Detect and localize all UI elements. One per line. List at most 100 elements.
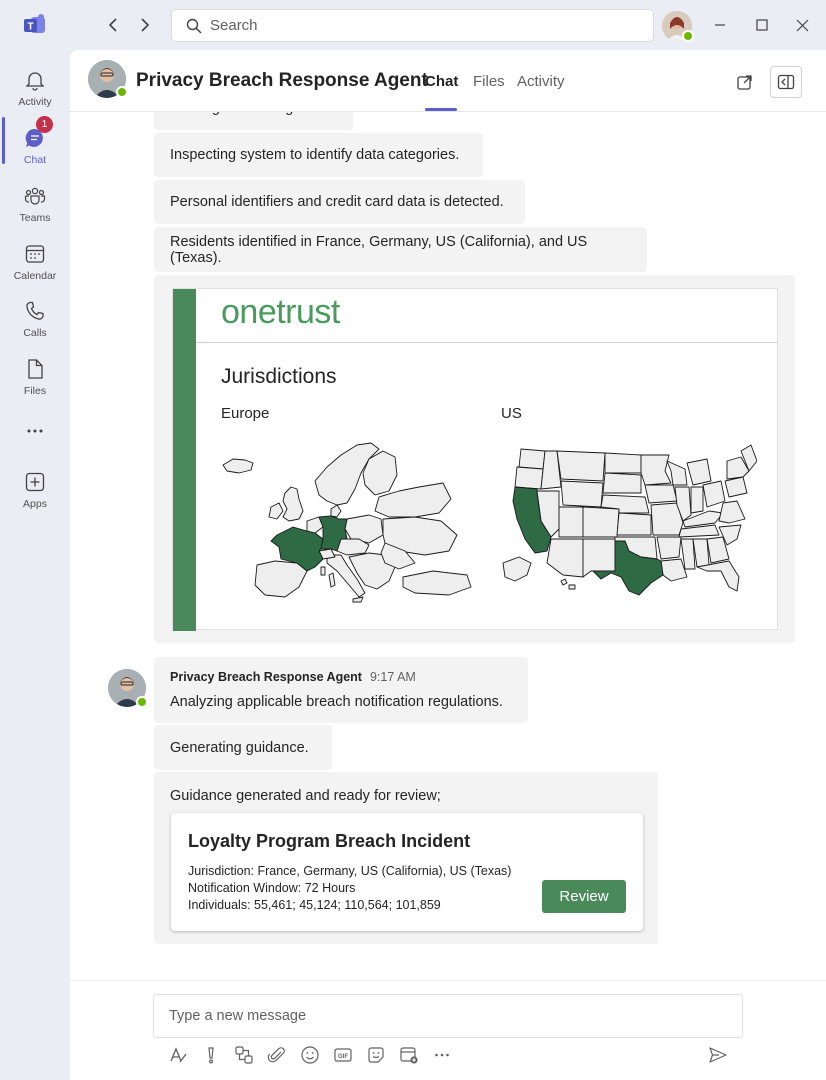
message-text: Personal identifiers and credit card dat… bbox=[170, 194, 504, 210]
chat-message: Inspecting system to identify data categ… bbox=[154, 133, 483, 177]
rail-item-more[interactable] bbox=[0, 415, 70, 467]
uk-region bbox=[282, 486, 304, 522]
message-time: 9:17 AM bbox=[369, 670, 416, 684]
iceland-region bbox=[222, 458, 254, 474]
rail-label: Teams bbox=[19, 212, 51, 224]
indiana-region bbox=[690, 486, 704, 514]
rail-item-calendar[interactable]: Calendar bbox=[0, 238, 70, 290]
rail-item-apps[interactable]: Apps bbox=[0, 466, 70, 518]
card-heading: Jurisdictions bbox=[221, 365, 337, 388]
side-panel-icon[interactable] bbox=[770, 66, 802, 98]
message-text: Generating guidance. bbox=[170, 739, 309, 756]
message-input-placeholder: Type a new message bbox=[169, 1008, 307, 1024]
maximize-icon[interactable] bbox=[750, 13, 774, 37]
tab-files[interactable]: Files bbox=[473, 73, 505, 90]
svg-text:T: T bbox=[27, 22, 33, 33]
attach-icon[interactable] bbox=[266, 1044, 288, 1066]
turkey-region bbox=[402, 570, 472, 596]
rail-item-files[interactable]: Files bbox=[0, 353, 70, 405]
teams-logo-icon[interactable]: T bbox=[22, 13, 48, 37]
file-icon bbox=[23, 357, 47, 381]
kansas-region bbox=[616, 512, 652, 536]
chat-title: Privacy Breach Response Agent bbox=[136, 70, 428, 91]
pop-out-icon[interactable] bbox=[729, 66, 761, 98]
message-input[interactable]: Type a new message bbox=[153, 994, 743, 1038]
rail-item-activity[interactable]: Activity bbox=[0, 64, 70, 116]
presence-available-icon bbox=[136, 696, 148, 708]
loop-component-icon[interactable] bbox=[233, 1044, 255, 1066]
guidance-message: Guidance generated and ready for review;… bbox=[154, 772, 658, 944]
rail-item-teams[interactable]: Teams bbox=[0, 180, 70, 232]
search-input[interactable]: Search bbox=[171, 9, 654, 42]
guidance-card: Loyalty Program Breach Incident Jurisdic… bbox=[171, 813, 643, 931]
send-icon[interactable] bbox=[707, 1044, 729, 1066]
colorado-region bbox=[582, 506, 620, 538]
more-icon bbox=[23, 419, 47, 443]
guidance-window: Notification Window: 72 Hours bbox=[188, 881, 356, 895]
message-meta: Privacy Breach Response Agent 9:17 AM bbox=[170, 670, 416, 684]
card-accent-stripe bbox=[173, 289, 196, 631]
title-bar: T Search bbox=[0, 0, 826, 50]
pennsylvania-region bbox=[724, 476, 748, 498]
jurisdiction-card: onetrust Jurisdictions Europe US bbox=[172, 288, 778, 631]
tab-activity[interactable]: Activity bbox=[517, 73, 565, 90]
virginia-region bbox=[718, 500, 746, 524]
message-text: Inspecting system to identify data categ… bbox=[170, 147, 460, 163]
chat-panel: Starting an investigation. Inspecting sy… bbox=[70, 50, 826, 1080]
minnesota-region bbox=[640, 454, 672, 486]
schedule-meeting-icon[interactable] bbox=[398, 1044, 420, 1066]
rail-label: Apps bbox=[23, 498, 47, 510]
search-placeholder: Search bbox=[210, 17, 258, 34]
gif-icon[interactable]: GIF bbox=[332, 1044, 354, 1066]
active-tab-indicator bbox=[425, 108, 457, 111]
chat-unread-badge: 1 bbox=[36, 116, 53, 133]
oregon-region bbox=[514, 466, 544, 490]
ireland-region bbox=[268, 502, 284, 520]
south-dakota-region bbox=[602, 472, 642, 494]
montana-region bbox=[556, 450, 606, 482]
guidance-title: Loyalty Program Breach Incident bbox=[188, 831, 471, 851]
phone-icon bbox=[23, 299, 47, 323]
utah-region bbox=[558, 506, 584, 538]
back-arrow-icon[interactable] bbox=[103, 14, 125, 36]
apps-icon bbox=[23, 470, 47, 494]
chat-message: Generating guidance. bbox=[154, 725, 332, 770]
presence-available-icon bbox=[682, 30, 694, 42]
washington-region bbox=[518, 448, 546, 470]
teams-icon bbox=[23, 184, 47, 208]
forward-arrow-icon[interactable] bbox=[133, 14, 155, 36]
us-label: US bbox=[501, 405, 522, 422]
jurisdiction-card-message: onetrust Jurisdictions Europe US bbox=[154, 275, 795, 643]
message-text: Analyzing applicable breach notification… bbox=[170, 694, 503, 710]
format-icon[interactable] bbox=[167, 1044, 189, 1066]
more-options-icon[interactable] bbox=[431, 1044, 453, 1066]
card-divider bbox=[196, 342, 778, 343]
message-text: Guidance generated and ready for review; bbox=[170, 788, 441, 804]
guidance-individuals: Individuals: 55,461; 45,124; 110,564; 10… bbox=[188, 898, 441, 912]
rail-item-calls[interactable]: Calls bbox=[0, 295, 70, 347]
chat-header: Privacy Breach Response Agent Chat Files… bbox=[70, 50, 826, 112]
priority-icon[interactable] bbox=[200, 1044, 222, 1066]
rail-active-indicator bbox=[2, 117, 5, 164]
florida-region bbox=[696, 560, 740, 592]
tab-chat[interactable]: Chat bbox=[425, 73, 458, 90]
review-button[interactable]: Review bbox=[542, 880, 626, 913]
compose-divider bbox=[70, 980, 826, 981]
sticker-icon[interactable] bbox=[365, 1044, 387, 1066]
alabama-region bbox=[692, 538, 710, 568]
close-icon[interactable] bbox=[790, 13, 814, 37]
emoji-icon[interactable] bbox=[299, 1044, 321, 1066]
rail-label: Activity bbox=[18, 96, 52, 108]
minimize-icon[interactable] bbox=[708, 13, 732, 37]
iberia-region bbox=[254, 560, 308, 598]
arizona-region bbox=[546, 538, 584, 578]
louisiana-region bbox=[660, 558, 688, 582]
app-rail: Activity Chat Teams Calendar Calls Files bbox=[0, 50, 70, 1080]
europe-label: Europe bbox=[221, 405, 270, 422]
message-text: Residents identified in France, Germany,… bbox=[170, 233, 588, 266]
rail-item-chat[interactable]: Chat bbox=[0, 122, 70, 174]
arkansas-region bbox=[656, 536, 682, 560]
rail-label: Chat bbox=[23, 154, 47, 166]
europe-map bbox=[222, 442, 472, 603]
presence-available-icon bbox=[116, 86, 128, 98]
